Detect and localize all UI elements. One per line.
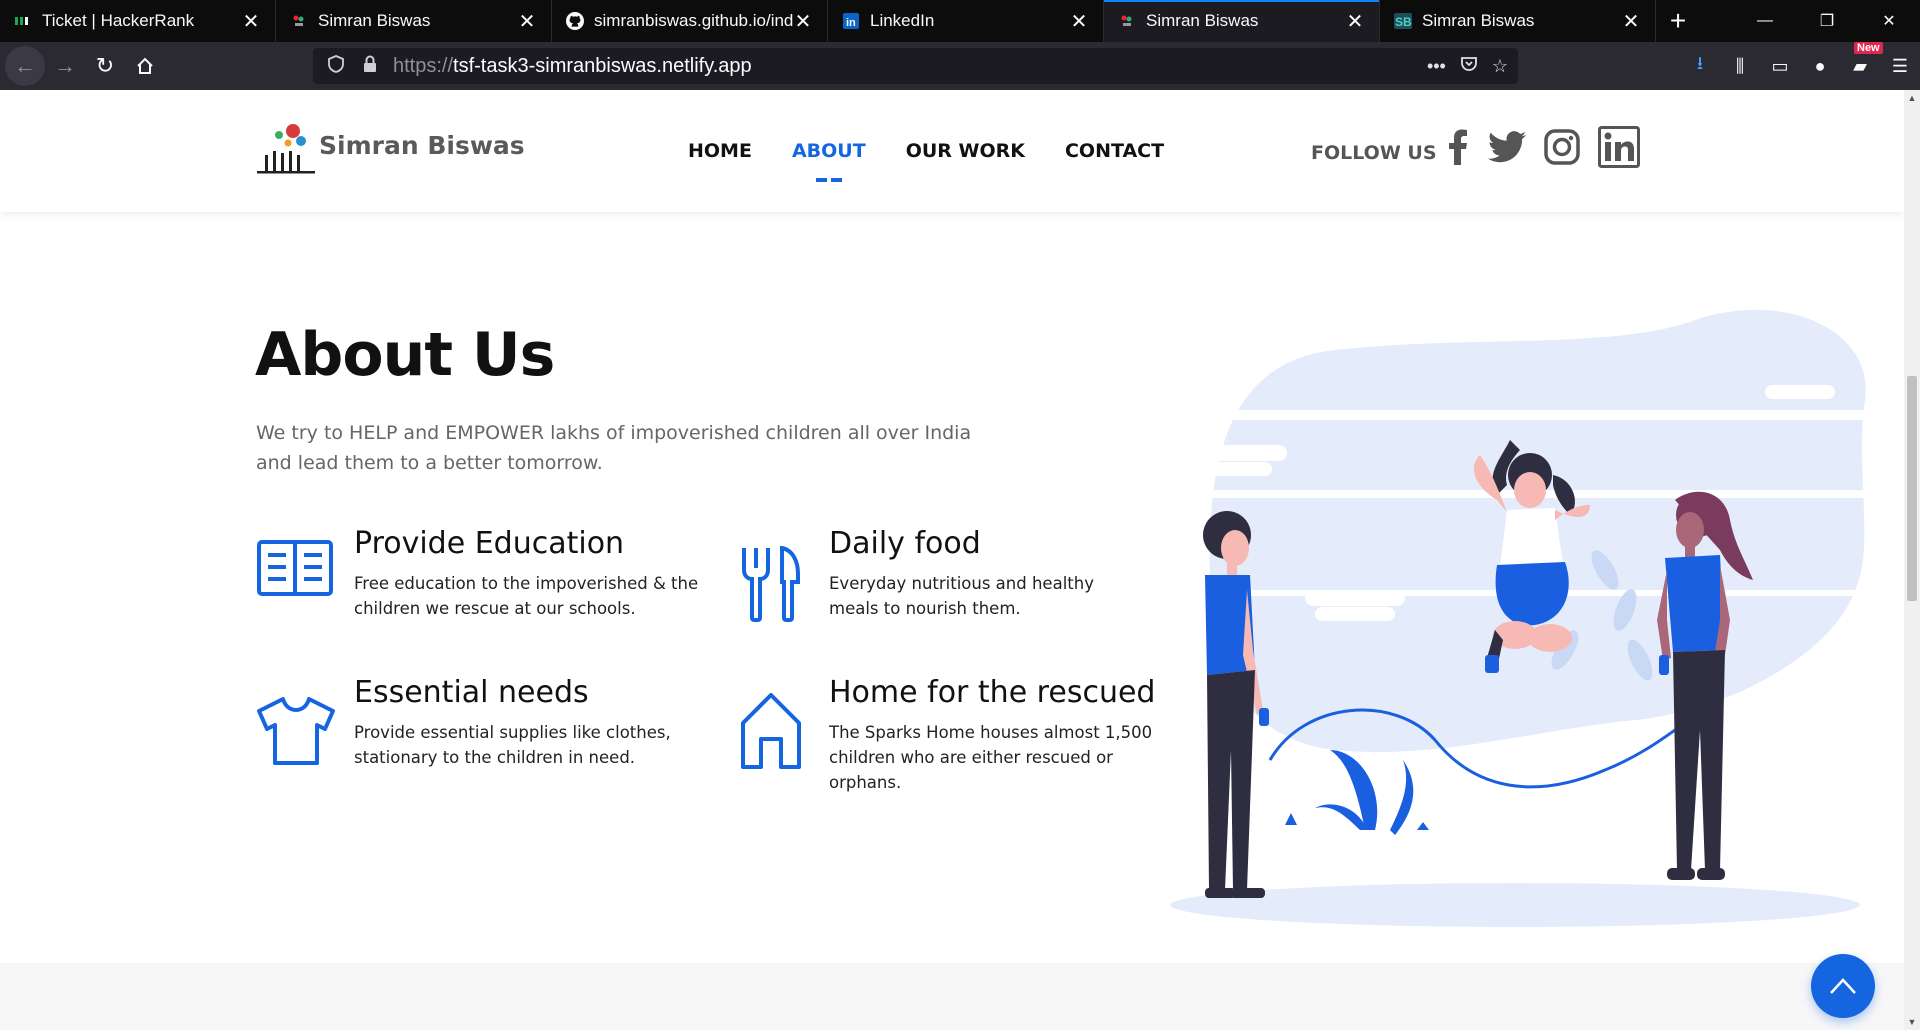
close-tab-icon[interactable]: ✕: [793, 9, 813, 34]
nav-our-work[interactable]: OUR WORK: [906, 140, 1025, 162]
tab-simran-sb[interactable]: SB Simran Biswas ✕: [1380, 0, 1656, 42]
lock-icon[interactable]: [359, 55, 381, 78]
url-host: tsf-task3-simranbiswas.netlify.app: [453, 54, 752, 77]
svg-text:in: in: [846, 17, 856, 29]
pocket-icon[interactable]: [1460, 55, 1478, 78]
site-logo[interactable]: Simran Biswas: [255, 123, 525, 175]
site-header: Simran Biswas HOME ABOUT OUR WORK CONTAC…: [0, 90, 1904, 212]
browser-toolbar: ← → ↻ https://tsf-task3-simranbiswas.net…: [0, 41, 1920, 90]
linkedin-favicon-icon: in: [842, 12, 860, 30]
close-window-icon[interactable]: ✕: [1858, 0, 1920, 42]
tab-github[interactable]: simranbiswas.github.io/ind ✕: [552, 0, 828, 42]
home-button[interactable]: [125, 46, 165, 86]
about-description: We try to HELP and EMPOWER lakhs of impo…: [256, 422, 972, 474]
tab-hackerrank[interactable]: Ticket | HackerRank ✕: [0, 0, 276, 42]
instagram-icon[interactable]: [1544, 129, 1580, 170]
reload-button[interactable]: ↻: [85, 46, 125, 86]
nav-home[interactable]: HOME: [688, 140, 752, 162]
back-button[interactable]: ←: [5, 46, 45, 86]
feature-title: Essential needs: [354, 675, 589, 710]
url-bar[interactable]: https://tsf-task3-simranbiswas.netlify.a…: [313, 48, 1518, 84]
feature-title: Home for the rescued: [829, 675, 1156, 710]
tab-title: Simran Biswas: [1422, 11, 1535, 30]
feature-text: Everyday nutritious and healthy meals to…: [829, 574, 1094, 618]
tab-title: Ticket | HackerRank: [42, 11, 195, 30]
close-tab-icon[interactable]: ✕: [1069, 9, 1089, 34]
main-nav: HOME ABOUT OUR WORK CONTACT: [688, 140, 1164, 162]
account-icon[interactable]: ●: [1800, 56, 1840, 77]
feature-text: Provide essential supplies like clothes,…: [354, 723, 671, 767]
scrollbar-thumb[interactable]: [1907, 376, 1917, 601]
close-tab-icon[interactable]: ✕: [241, 9, 261, 34]
about-title: About Us: [255, 320, 555, 390]
tab-bar: Ticket | HackerRank ✕ Simran Biswas ✕ si…: [0, 0, 1920, 42]
book-icon: [257, 540, 333, 596]
kids-jump-rope-illustration: [1155, 309, 1875, 927]
tab-title: Simran Biswas: [318, 11, 431, 30]
house-icon: [741, 693, 801, 769]
social-links: [1444, 126, 1640, 173]
shield-icon[interactable]: [325, 54, 347, 78]
tab-title: Simran Biswas: [1146, 11, 1259, 30]
new-tab-button[interactable]: +: [1656, 0, 1700, 42]
scroll-up-arrow-icon[interactable]: ▲: [1904, 93, 1920, 103]
feature-title: Daily food: [829, 526, 981, 561]
feature-text: The Sparks Home houses almost 1,500 chil…: [829, 723, 1153, 792]
scroll-down-arrow-icon[interactable]: ▼: [1904, 1017, 1920, 1027]
logo-icon: [257, 124, 315, 174]
linkedin-icon[interactable]: [1598, 126, 1640, 173]
fork-knife-icon: [742, 546, 800, 622]
tab-simran-1[interactable]: Simran Biswas ✕: [276, 0, 552, 42]
svg-text:SB: SB: [1395, 15, 1412, 29]
new-badge: New: [1854, 41, 1883, 54]
download-icon[interactable]: ⭳: [1680, 51, 1720, 81]
tab-simran-active[interactable]: Simran Biswas ✕: [1104, 0, 1380, 42]
web-page: Simran Biswas HOME ABOUT OUR WORK CONTAC…: [0, 90, 1904, 1030]
minimize-icon[interactable]: —: [1734, 0, 1796, 42]
sidebar-icon[interactable]: ▭: [1760, 56, 1800, 77]
nav-contact[interactable]: CONTACT: [1065, 140, 1164, 162]
tab-linkedin[interactable]: in LinkedIn ✕: [828, 0, 1104, 42]
site-favicon-icon: [1118, 12, 1136, 30]
facebook-icon[interactable]: [1444, 129, 1470, 170]
close-tab-icon[interactable]: ✕: [517, 9, 537, 34]
hackerrank-favicon-icon: [14, 12, 32, 30]
feature-text: Free education to the impoverished & the…: [354, 574, 699, 618]
brand-name[interactable]: Simran Biswas: [319, 131, 525, 160]
bookmark-star-icon[interactable]: ☆: [1492, 56, 1508, 77]
tab-title: LinkedIn: [870, 11, 935, 30]
restore-icon[interactable]: ❐: [1796, 0, 1858, 42]
next-section-band: [0, 963, 1904, 1030]
scroll-to-top-button[interactable]: [1811, 954, 1875, 1018]
site-favicon-icon: [290, 12, 308, 30]
forward-button[interactable]: →: [45, 46, 85, 86]
sb-favicon-icon: SB: [1394, 12, 1412, 30]
chevron-up-icon: [1830, 978, 1856, 994]
tab-title: simranbiswas.github.io/ind: [594, 11, 793, 30]
menu-icon[interactable]: ☰: [1880, 56, 1920, 77]
library-icon[interactable]: ⫼: [1720, 56, 1760, 77]
nav-about[interactable]: ABOUT: [792, 140, 866, 162]
extension-icon[interactable]: ▰ New: [1840, 41, 1883, 77]
close-tab-icon[interactable]: ✕: [1621, 9, 1641, 34]
feature-title: Provide Education: [354, 526, 625, 561]
page-scrollbar[interactable]: ▲ ▼: [1904, 90, 1920, 1030]
github-favicon-icon: [566, 12, 584, 30]
close-tab-icon[interactable]: ✕: [1345, 9, 1365, 34]
tshirt-icon: [257, 697, 335, 765]
follow-us-label: FOLLOW US: [1311, 142, 1437, 164]
url-protocol: https://: [393, 54, 454, 77]
twitter-icon[interactable]: [1488, 131, 1526, 168]
page-actions-icon[interactable]: •••: [1427, 56, 1446, 77]
